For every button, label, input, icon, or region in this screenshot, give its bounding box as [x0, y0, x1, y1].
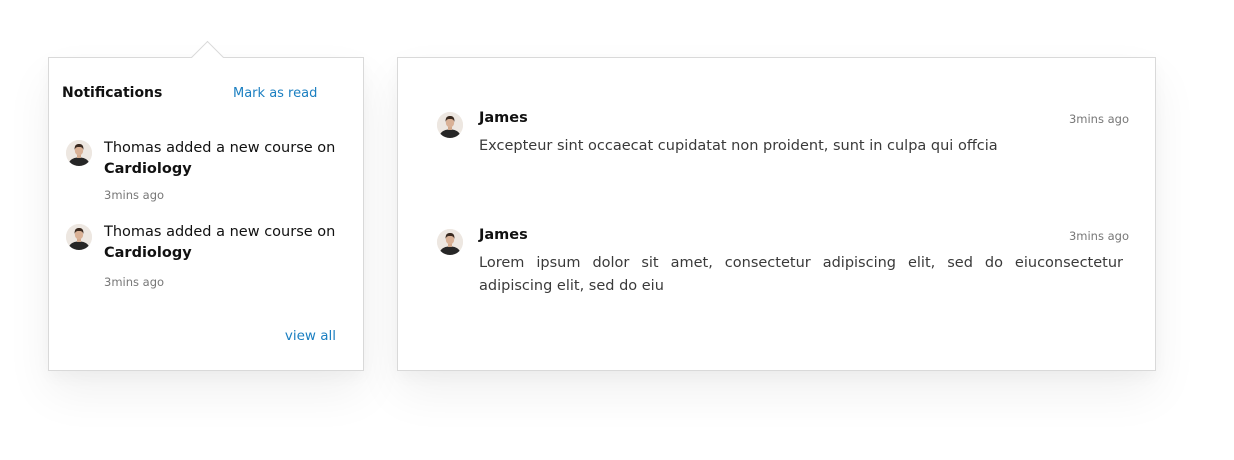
notification-message: Thomas added a new course on — [104, 140, 336, 156]
notifications-title: Notifications — [62, 85, 163, 101]
view-all-link[interactable]: view all — [285, 328, 336, 344]
messages-panel: James 3mins ago Excepteur sint occaecat … — [397, 57, 1156, 371]
notification-text: Thomas added a new course on Cardiology — [104, 138, 349, 180]
notification-course: Cardiology — [104, 245, 192, 261]
avatar — [66, 140, 92, 166]
notifications-dropdown: Notifications Mark as read Thomas added … — [48, 40, 364, 371]
notification-text: Thomas added a new course on Cardiology — [104, 222, 349, 264]
message-text: Excepteur sint occaecat cupidatat non pr… — [479, 138, 998, 154]
message-time: 3mins ago — [1068, 112, 1129, 126]
notification-message: Thomas added a new course on — [104, 224, 336, 240]
message-time: 3mins ago — [1068, 229, 1129, 243]
avatar — [437, 229, 463, 255]
notification-time: 3mins ago — [104, 188, 165, 202]
message-sender-name: James — [479, 110, 528, 126]
avatar — [66, 224, 92, 250]
avatar — [437, 112, 463, 138]
notification-course: Cardiology — [104, 161, 192, 177]
message-sender-name: James — [479, 227, 528, 243]
mark-as-read-link[interactable]: Mark as read — [233, 86, 317, 101]
notification-time: 3mins ago — [104, 275, 165, 289]
message-text: Lorem ipsum dolor sit amet, consectetur … — [479, 255, 1123, 294]
